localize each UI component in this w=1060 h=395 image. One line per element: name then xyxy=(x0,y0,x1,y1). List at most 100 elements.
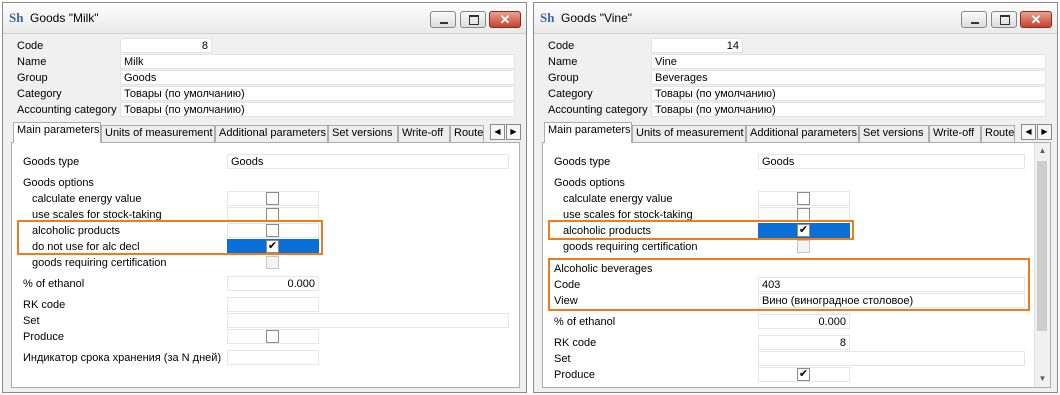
name-label: Name xyxy=(17,56,47,68)
produce-label: Produce xyxy=(554,369,595,381)
tab-set-versions[interactable]: Set versions xyxy=(859,125,929,142)
scroll-thumb[interactable] xyxy=(1037,161,1047,331)
accounting-category-field[interactable]: Товары (по умолчанию) xyxy=(651,102,1046,117)
highlight-frame-alcoholic-beverages xyxy=(548,258,1030,311)
rk-code-field[interactable] xyxy=(227,297,319,312)
tab-additional-parameters[interactable]: Additional parameters xyxy=(746,125,859,142)
main-parameters-panel: Goods type Goods Goods options calculate… xyxy=(11,142,520,388)
tab-route[interactable]: Route xyxy=(450,125,484,142)
tab-main-parameters[interactable]: Main parameters xyxy=(544,122,632,143)
tab-units-of-measurement[interactable]: Units of measurement xyxy=(101,125,215,142)
produce-row: Produce xyxy=(12,329,519,345)
name-row: Name Milk xyxy=(3,54,526,70)
goods-options-row: Goods options xyxy=(12,175,519,191)
minimize-button[interactable] xyxy=(961,11,987,28)
header-fields: Code 14 Name Vine Group Beverages Catego… xyxy=(534,38,1057,118)
tab-units-of-measurement[interactable]: Units of measurement xyxy=(632,125,746,142)
group-field[interactable]: Beverages xyxy=(651,70,1046,85)
name-field[interactable]: Milk xyxy=(120,54,515,69)
ethanol-field[interactable]: 0.000 xyxy=(758,314,850,329)
goods-type-field[interactable]: Goods xyxy=(758,154,1025,169)
produce-checkbox[interactable] xyxy=(266,330,279,343)
set-field[interactable] xyxy=(758,351,1025,366)
produce-checkbox[interactable]: ✔ xyxy=(797,368,810,381)
rk-code-field[interactable]: 8 xyxy=(758,335,850,350)
vertical-scrollbar[interactable]: ▲ ▼ xyxy=(1034,143,1050,387)
chevron-left-icon[interactable]: ◀ xyxy=(1021,124,1036,140)
set-field[interactable] xyxy=(227,313,509,328)
minimize-icon xyxy=(962,12,986,27)
ethanol-label: % of ethanol xyxy=(23,278,85,290)
produce-row: Produce ✔ xyxy=(543,367,1050,383)
maximize-button[interactable] xyxy=(460,11,486,28)
tab-write-off[interactable]: Write-off xyxy=(929,125,981,142)
category-row: Category Товары (по умолчанию) xyxy=(3,86,526,102)
name-label: Name xyxy=(548,56,578,68)
goods-window-vine: Sh Goods "Vine" ✕ Code 14 Name Vine Grou… xyxy=(533,2,1058,393)
title-bar[interactable]: Sh Goods "Milk" ✕ xyxy=(3,3,526,34)
category-field[interactable]: Товары (по умолчанию) xyxy=(120,86,515,101)
main-parameters-panel: Goods type Goods Goods options calculate… xyxy=(542,142,1051,388)
ethanol-row: % of ethanol 0.000 xyxy=(543,314,1050,330)
group-field[interactable]: Goods xyxy=(120,70,515,85)
chevron-left-icon[interactable]: ◀ xyxy=(490,124,505,140)
code-field[interactable]: 14 xyxy=(651,38,743,53)
goods-type-row: Goods type Goods xyxy=(543,154,1050,170)
shelf-life-row: Индикатор срока хранения (за N дней) xyxy=(12,350,519,366)
category-label: Category xyxy=(17,88,62,100)
ethanol-field[interactable]: 0.000 xyxy=(227,276,319,291)
certification-checkbox[interactable] xyxy=(266,256,279,269)
accounting-category-row: Accounting category Товары (по умолчанию… xyxy=(3,102,526,118)
code-label: Code xyxy=(17,40,44,52)
app-icon: Sh xyxy=(9,10,24,25)
shelf-life-label: Индикатор срока хранения (за N дней) xyxy=(23,352,222,364)
goods-type-field[interactable]: Goods xyxy=(227,154,509,169)
produce-label: Produce xyxy=(23,331,64,343)
highlight-frame xyxy=(17,220,323,255)
scroll-up-icon[interactable]: ▲ xyxy=(1035,143,1050,159)
app-icon: Sh xyxy=(540,10,555,25)
calc-energy-checkbox[interactable] xyxy=(797,192,810,205)
chevron-right-icon[interactable]: ▶ xyxy=(1037,124,1052,140)
certification-checkbox[interactable] xyxy=(797,240,810,253)
highlight-frame-alcoholic xyxy=(548,220,854,240)
group-row: Group Goods xyxy=(3,70,526,86)
calc-energy-label: calculate energy value xyxy=(563,193,673,205)
window-title: Goods "Vine" xyxy=(561,11,633,25)
group-row: Group Beverages xyxy=(534,70,1057,86)
title-bar[interactable]: Sh Goods "Vine" ✕ xyxy=(534,3,1057,34)
close-icon: ✕ xyxy=(1030,12,1042,27)
code-label: Code xyxy=(548,40,575,52)
set-row: Set xyxy=(12,313,519,329)
minimize-button[interactable] xyxy=(430,11,456,28)
accounting-category-row: Accounting category Товары (по умолчанию… xyxy=(534,102,1057,118)
scroll-down-icon[interactable]: ▼ xyxy=(1035,371,1050,387)
calc-energy-checkbox[interactable] xyxy=(266,192,279,205)
tab-route[interactable]: Route xyxy=(981,125,1015,142)
name-field[interactable]: Vine xyxy=(651,54,1046,69)
rk-code-label: RK code xyxy=(23,299,66,311)
header-fields: Code 8 Name Milk Group Goods Category То… xyxy=(3,38,526,118)
close-icon: ✕ xyxy=(499,12,511,27)
set-row: Set xyxy=(543,351,1050,367)
category-field[interactable]: Товары (по умолчанию) xyxy=(651,86,1046,101)
rk-code-row: RK code 8 xyxy=(543,335,1050,351)
minimize-icon xyxy=(431,12,455,27)
tab-set-versions[interactable]: Set versions xyxy=(328,125,398,142)
maximize-button[interactable] xyxy=(991,11,1017,28)
tab-write-off[interactable]: Write-off xyxy=(398,125,450,142)
ethanol-row: % of ethanol 0.000 xyxy=(12,276,519,292)
code-field[interactable]: 8 xyxy=(120,38,212,53)
chevron-right-icon[interactable]: ▶ xyxy=(506,124,521,140)
calc-energy-label: calculate energy value xyxy=(32,193,142,205)
tab-additional-parameters[interactable]: Additional parameters xyxy=(215,125,328,142)
accounting-category-field[interactable]: Товары (по умолчанию) xyxy=(120,102,515,117)
certification-row: goods requiring certification xyxy=(543,239,1050,255)
calc-energy-row: calculate energy value xyxy=(543,191,1050,207)
tab-main-parameters[interactable]: Main parameters xyxy=(13,122,101,143)
close-button[interactable]: ✕ xyxy=(489,11,521,28)
close-button[interactable]: ✕ xyxy=(1020,11,1052,28)
shelf-life-field[interactable] xyxy=(227,350,319,365)
category-label: Category xyxy=(548,88,593,100)
code-row: Code 8 xyxy=(3,38,526,54)
